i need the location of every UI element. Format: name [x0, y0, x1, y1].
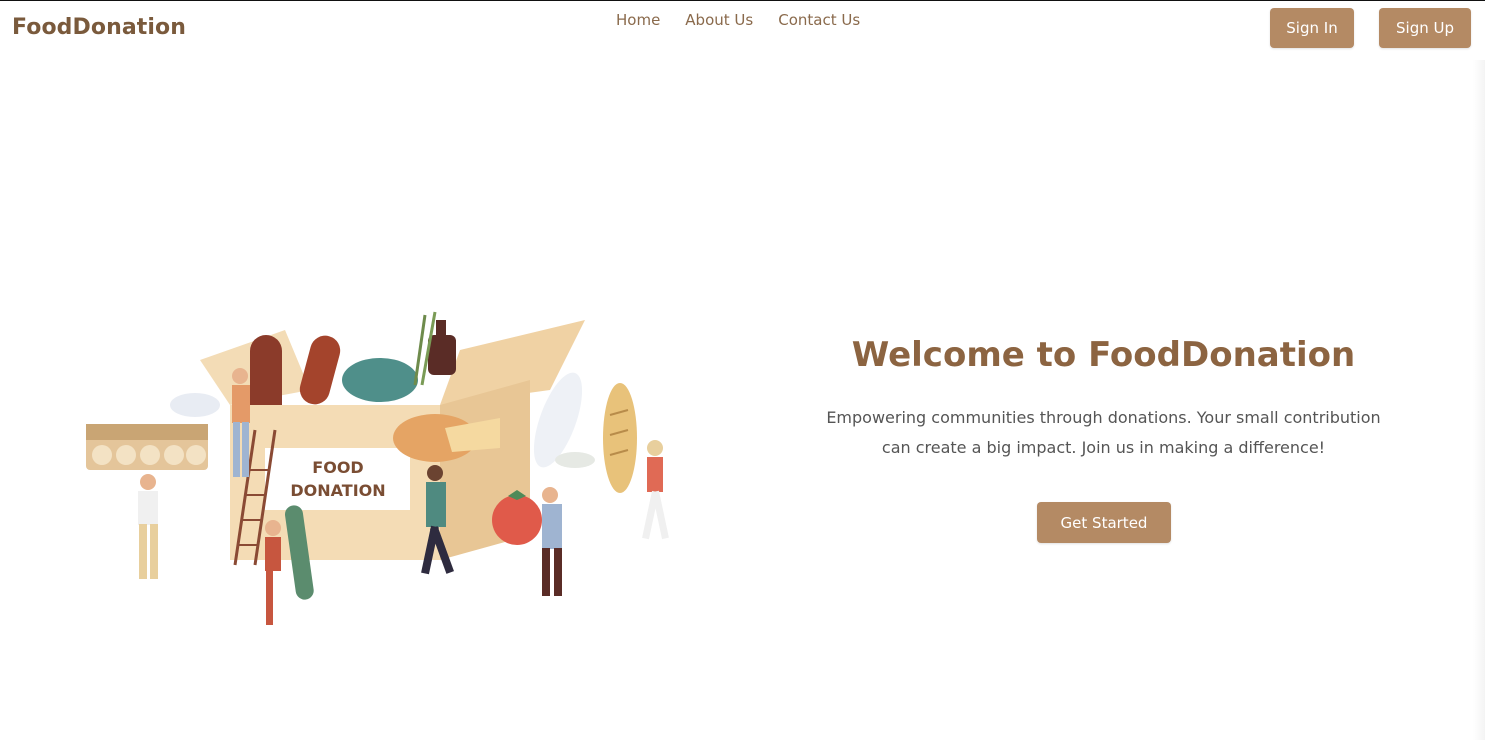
main-nav: Home About Us Contact Us	[616, 11, 885, 29]
person-head	[265, 520, 281, 536]
person-leg	[233, 422, 240, 477]
top-border	[0, 0, 1485, 1]
person-leg	[150, 524, 158, 579]
person-body	[265, 537, 281, 571]
person-body	[647, 457, 663, 492]
nav-about-link[interactable]: About Us	[685, 11, 753, 29]
person-head	[427, 465, 443, 481]
egg-shape	[164, 445, 184, 465]
person-body	[232, 385, 250, 423]
person-body	[426, 482, 446, 527]
person-leg	[139, 524, 147, 579]
leaf-shape	[170, 393, 220, 417]
hero-description: Empowering communities through donations…	[800, 403, 1407, 463]
brand-logo[interactable]: FoodDonation	[12, 15, 186, 40]
nav-contact-link[interactable]: Contact Us	[778, 11, 860, 29]
bottle-shape	[428, 335, 456, 375]
egg-tray-lid	[86, 424, 208, 440]
person-head	[232, 368, 248, 384]
person-leg	[242, 422, 249, 477]
egg-shape	[92, 445, 112, 465]
box-label-line1: FOOD	[312, 458, 363, 477]
tomato-shape	[492, 495, 542, 545]
person-leg	[542, 548, 550, 596]
person-head	[140, 474, 156, 490]
person-leg	[554, 548, 562, 596]
person-head	[647, 440, 663, 456]
leaf-shape	[555, 452, 595, 468]
bottle-neck-shape	[436, 320, 446, 338]
person-leg	[652, 490, 669, 540]
person-body	[138, 491, 158, 525]
egg-shape	[116, 445, 136, 465]
person-leg	[266, 570, 273, 625]
fish-shape	[342, 358, 418, 402]
landing-page: FoodDonation Home About Us Contact Us Si…	[0, 0, 1485, 740]
get-started-button[interactable]: Get Started	[1037, 502, 1171, 543]
box-label-line2: DONATION	[290, 481, 385, 500]
hero-description-line2: can create a big impact. Join us in maki…	[881, 438, 1326, 457]
hero-title: Welcome to FoodDonation	[851, 335, 1356, 375]
food-donation-illustration: FOOD DONATION	[86, 311, 669, 625]
baguette-shape	[603, 383, 637, 493]
egg-shape	[140, 445, 160, 465]
sausage-shape	[299, 335, 341, 405]
hero-description-line1: Empowering communities through donations…	[826, 408, 1381, 427]
sign-in-button[interactable]: Sign In	[1270, 8, 1354, 48]
person-body	[542, 504, 562, 549]
scrollbar-track[interactable]	[1473, 60, 1485, 740]
person-head	[542, 487, 558, 503]
egg-shape	[186, 445, 206, 465]
sign-up-button[interactable]: Sign Up	[1379, 8, 1471, 48]
nav-home-link[interactable]: Home	[616, 11, 660, 29]
